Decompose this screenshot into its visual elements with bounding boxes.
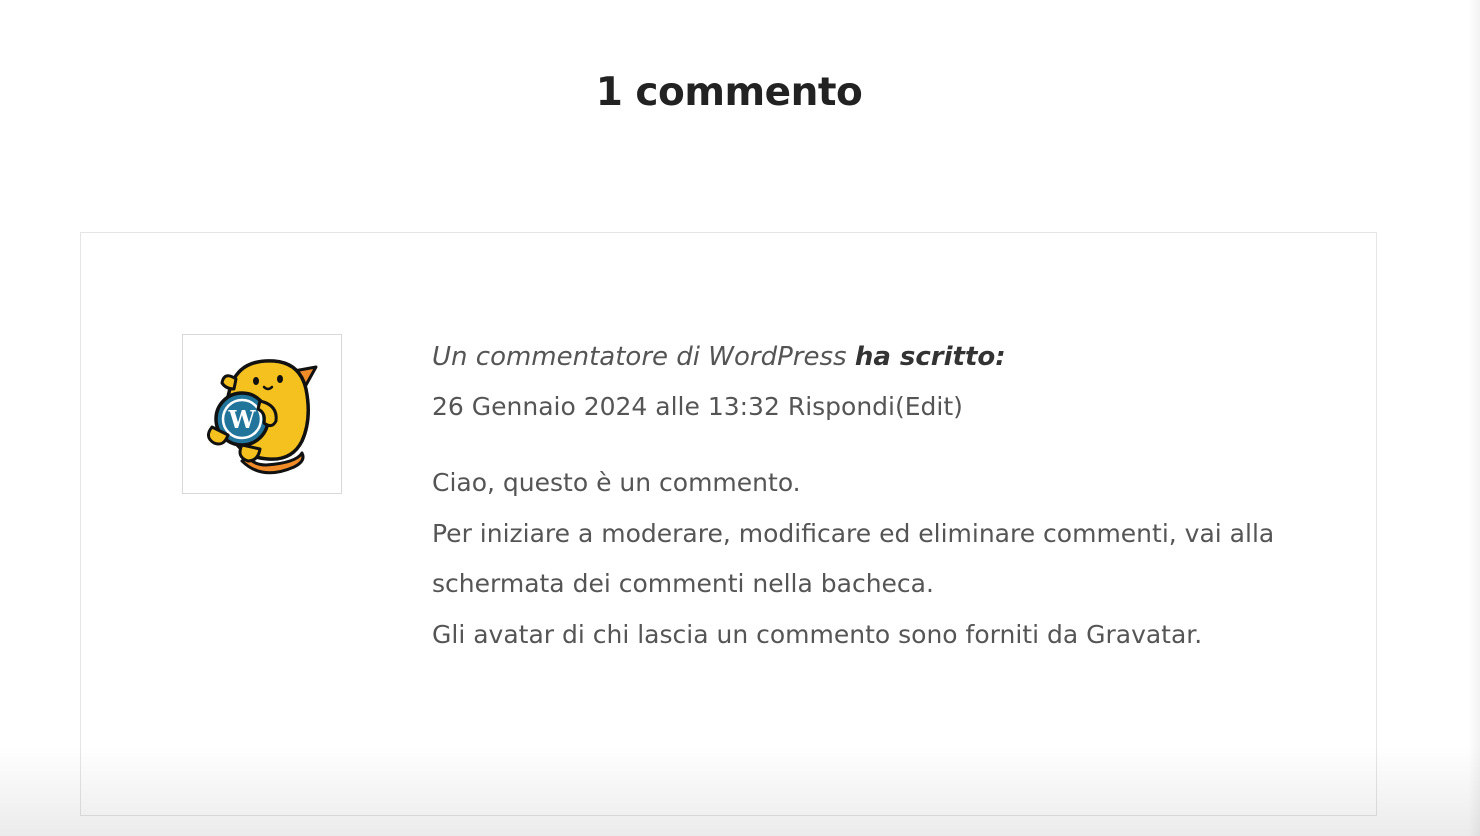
comment-text-line: Per iniziare a moderare, modificare ed e… [432, 518, 1275, 599]
comment-content: Ciao, questo è un commento. Per iniziare… [432, 458, 1312, 660]
comment-date-link[interactable]: 26 Gennaio 2024 alle 13:32 [432, 392, 780, 421]
page-edge-shadow [1468, 0, 1480, 836]
comment-text-line: Ciao, questo è un commento. [432, 468, 801, 497]
comment-meta: 26 Gennaio 2024 alle 13:32 Rispondi(Edit… [432, 387, 1312, 427]
comment-text-line: Gli avatar di chi lascia un commento son… [432, 619, 1203, 649]
comment-body: Un commentatore di WordPress ha scritto:… [432, 337, 1312, 660]
comments-title: 1 commento [595, 70, 863, 115]
comment-says: ha scritto: [854, 342, 1006, 372]
page: 1 commento W Un commentatore di WordPres… [0, 0, 1480, 836]
wapuu-icon: W [207, 359, 318, 475]
edit-link[interactable]: (Edit) [895, 392, 963, 421]
reply-link[interactable]: Rispondi [788, 392, 895, 421]
avatar: W [182, 334, 342, 494]
comment-author-line: Un commentatore di WordPress ha scritto: [432, 337, 1312, 377]
svg-text:W: W [228, 405, 257, 434]
comment-author: Un commentatore di WordPress [432, 342, 847, 372]
comment-card: W Un commentatore di WordPress ha scritt… [80, 232, 1377, 816]
